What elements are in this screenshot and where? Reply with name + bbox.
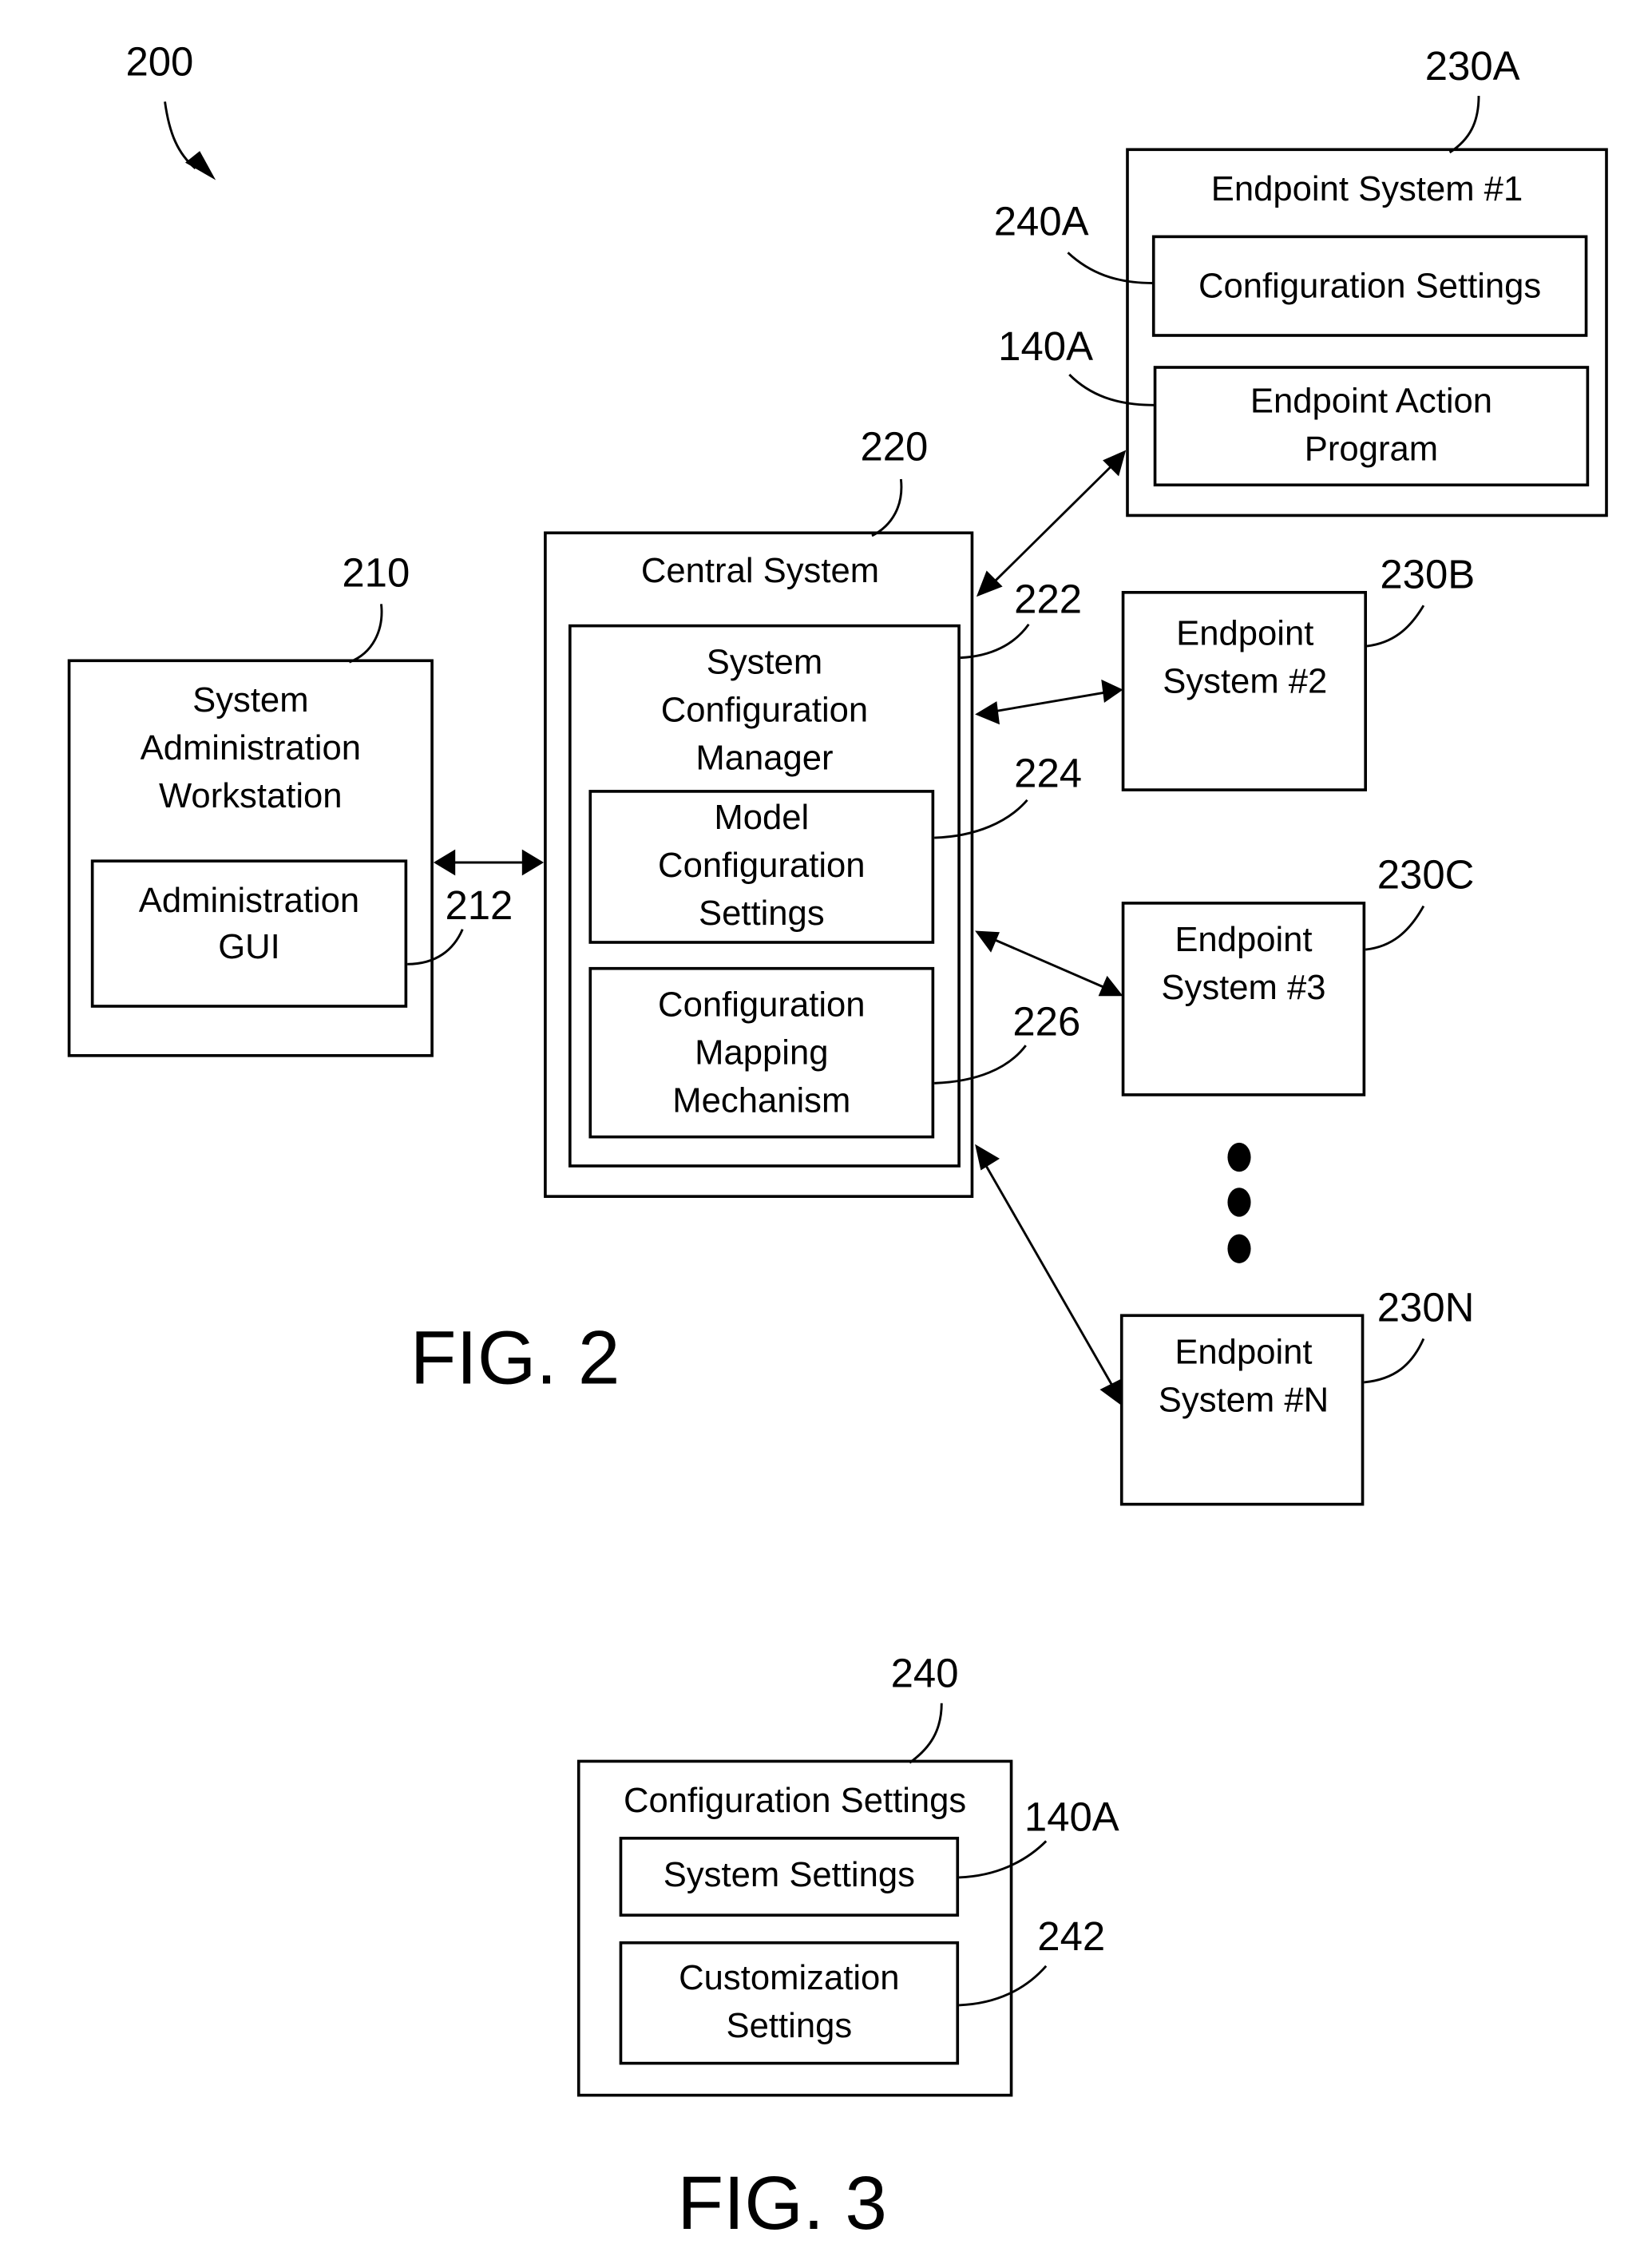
- endpoint-system-3[interactable]: Endpoint System #3: [1121, 902, 1366, 1096]
- ref-230N: 230N: [1377, 1285, 1475, 1330]
- admin-workstation-title-1: System: [192, 681, 308, 720]
- ref-220-leader: [871, 478, 903, 537]
- endpoint-n-title-1: Endpoint: [1175, 1333, 1312, 1371]
- ref-230B: 230B: [1380, 551, 1475, 597]
- ref-240A: 240A: [994, 199, 1089, 244]
- ref-140A-system: 140A: [1024, 1794, 1119, 1840]
- ref-210: 210: [342, 550, 410, 596]
- endpoint-1-title: Endpoint System #1: [1211, 170, 1523, 208]
- endpoint-system-n[interactable]: Endpoint System #N: [1119, 1314, 1365, 1506]
- customization-settings-label-2: Settings: [727, 2007, 853, 2045]
- model-config-label-2: Configuration: [658, 847, 866, 885]
- connector-endpoint-n: [982, 1160, 1115, 1388]
- endpoint-1-config-settings-label: Configuration Settings: [1198, 268, 1541, 306]
- connector-endpoint-3: [993, 938, 1105, 989]
- endpoint-system-1[interactable]: Endpoint System #1 Configuration Setting…: [1126, 148, 1608, 517]
- figure-2: 200 System Administration Workstation Ad…: [67, 39, 1608, 1506]
- admin-workstation[interactable]: System Administration Workstation Admini…: [67, 659, 434, 1057]
- model-config-label-3: Settings: [699, 894, 825, 933]
- ellipsis-dot: [1227, 1188, 1251, 1217]
- ref-200-arrowhead-icon: [185, 151, 216, 180]
- endpoint-action-label-2: Program: [1305, 430, 1438, 468]
- connector-endpoint-1: [992, 465, 1113, 584]
- ref-230A-leader: [1448, 95, 1480, 154]
- ellipsis-dot: [1227, 1142, 1251, 1172]
- config-mapping-label-2: Mapping: [695, 1034, 828, 1073]
- config-manager-title-3: Manager: [695, 739, 833, 778]
- config-mapping-label-1: Configuration: [658, 986, 866, 1025]
- ref-212: 212: [445, 882, 513, 928]
- ref-220: 220: [860, 423, 928, 469]
- fig-2-caption: FIG. 2: [410, 1316, 620, 1401]
- ref-242: 242: [1037, 1913, 1105, 1959]
- connector-endpoint-2: [993, 691, 1105, 713]
- admin-gui-label-1: Administration: [139, 882, 359, 920]
- ref-200: 200: [125, 39, 193, 85]
- ref-140A-endpoint: 140A: [998, 323, 1093, 369]
- endpoint-3-title-2: System #3: [1161, 969, 1325, 1007]
- admin-workstation-title-3: Workstation: [159, 777, 343, 815]
- ref-222: 222: [1014, 576, 1082, 621]
- config-mapping-label-3: Mechanism: [672, 1082, 850, 1120]
- ref-230C: 230C: [1377, 852, 1475, 898]
- more-endpoints-ellipsis: [1227, 1142, 1251, 1263]
- system-settings-label: System Settings: [664, 1856, 915, 1894]
- ref-226: 226: [1012, 998, 1080, 1044]
- configuration-settings-240[interactable]: Configuration Settings System Settings C…: [576, 1759, 1013, 2097]
- endpoint-system-2[interactable]: Endpoint System #2: [1121, 591, 1367, 791]
- endpoint-action-label-1: Endpoint Action: [1250, 382, 1492, 420]
- ref-240-leader: [909, 1703, 943, 1764]
- endpoint-n-title-2: System #N: [1159, 1381, 1329, 1419]
- endpoint-2-title-2: System #2: [1163, 662, 1327, 700]
- customization-settings-label-1: Customization: [679, 1959, 899, 1997]
- admin-gui-label-2: GUI: [218, 928, 280, 966]
- model-config-label-1: Model: [714, 799, 809, 837]
- patent-figure-sheet: 200 System Administration Workstation Ad…: [67, 39, 1608, 2246]
- ref-210-leader: [348, 604, 383, 664]
- ref-230B-leader: [1366, 605, 1425, 648]
- connector-arrowhead-icon: [521, 849, 545, 876]
- connector-arrowhead-icon: [433, 849, 456, 876]
- ref-230N-leader: [1364, 1338, 1425, 1384]
- endpoint-3-title-1: Endpoint: [1175, 921, 1312, 959]
- ref-224: 224: [1014, 750, 1082, 795]
- ellipsis-dot: [1227, 1234, 1251, 1263]
- ref-230C-leader: [1365, 905, 1425, 951]
- admin-workstation-title-2: Administration: [141, 729, 361, 767]
- central-system-title: Central System: [641, 552, 879, 590]
- figure-3: Configuration Settings System Settings C…: [576, 1651, 1119, 2246]
- central-system[interactable]: Central System System Configuration Mana…: [544, 531, 974, 1198]
- ref-240: 240: [891, 1651, 959, 1696]
- config-settings-title: Configuration Settings: [624, 1782, 966, 1820]
- connector-arrowhead-icon: [1101, 679, 1123, 703]
- fig-3-caption: FIG. 3: [677, 2161, 887, 2246]
- ref-230A: 230A: [1425, 43, 1520, 89]
- connector-arrowhead-icon: [976, 570, 1003, 597]
- config-manager-title-1: System: [707, 644, 822, 682]
- config-manager-title-2: Configuration: [661, 692, 869, 730]
- endpoint-2-title-1: Endpoint: [1176, 614, 1313, 652]
- connector-arrowhead-icon: [975, 701, 1000, 725]
